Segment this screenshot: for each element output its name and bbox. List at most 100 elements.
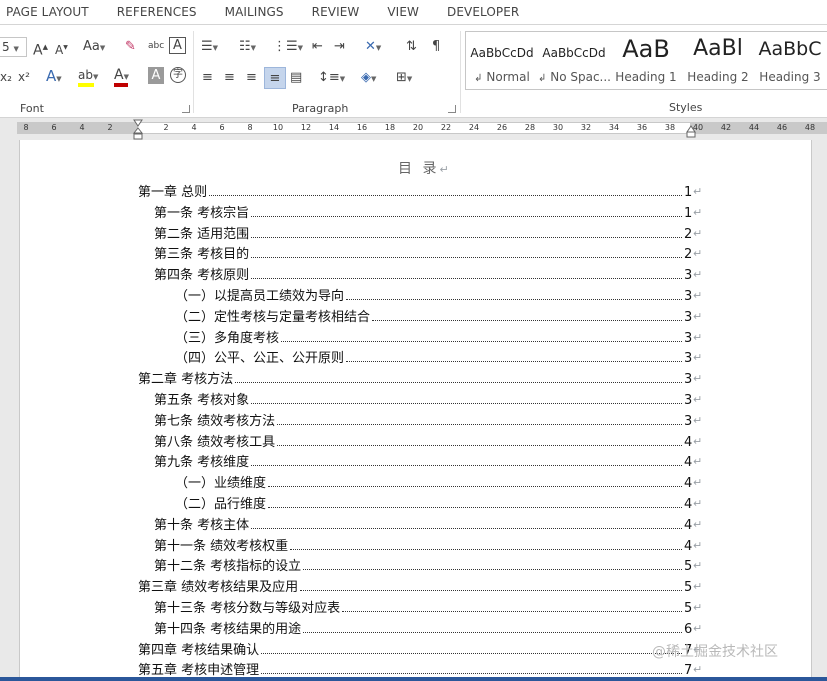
asian-layout-icon[interactable]: ✕▼: [365, 38, 381, 56]
highlight-color-icon[interactable]: ab▼: [78, 66, 98, 87]
toc-entry[interactable]: （四）公平、公正、公开原则 3: [175, 346, 692, 366]
right-indent-marker-icon[interactable]: [686, 124, 696, 138]
shrink-font-icon[interactable]: A▼: [55, 39, 68, 57]
tab-references[interactable]: REFERENCES: [111, 5, 197, 19]
grow-font-icon[interactable]: A▲: [33, 38, 48, 59]
highlight-color-bar: [78, 83, 94, 87]
paragraph-group: ☰▼ ☷▼ ⋮☰▼ ⇤ ⇥ ✕▼ ⇅ ¶ ≡ ≡ ≡ ≡ ▤ ↕≡▼ ◈▼ ⊞▼…: [194, 25, 460, 118]
toc-entry-text: （二）品行维度: [175, 497, 267, 512]
enclose-characters-icon[interactable]: 字: [170, 67, 186, 83]
toc-entry-text: 第十条 考核主体: [154, 517, 250, 533]
toc-entry[interactable]: 第四章 考核结果确认 7: [138, 638, 692, 658]
sort-icon[interactable]: ⇅: [406, 38, 417, 56]
character-shading-icon[interactable]: A: [148, 67, 164, 84]
toc-entry[interactable]: 第五条 考核对象 3: [154, 388, 692, 408]
toc-entry[interactable]: 第十三条 考核分数与等级对应表 5: [154, 596, 692, 616]
toc-leader-dots: [300, 590, 682, 592]
align-left-icon[interactable]: ≡: [202, 69, 213, 87]
toc-leader-dots: [303, 569, 682, 571]
align-center-icon[interactable]: ≡: [224, 69, 235, 87]
decrease-indent-icon[interactable]: ⇤: [312, 38, 323, 56]
style-sample: AaBbC: [758, 38, 822, 60]
ruler-tick: 2: [163, 123, 169, 132]
ruler-tick: 24: [468, 123, 480, 132]
paragraph-mark: ↵: [693, 476, 703, 490]
toc-leader-dots: [209, 195, 682, 196]
show-marks-icon[interactable]: ¶: [432, 38, 440, 56]
text-effects-icon[interactable]: A▼: [46, 67, 62, 85]
toc-entry[interactable]: 第七条 绩效考核方法 3: [154, 409, 692, 429]
tab-page-layout[interactable]: PAGE LAYOUT: [0, 5, 89, 19]
toc-entry[interactable]: 第八条 绩效考核工具 4: [154, 430, 692, 450]
change-case-label: Aa: [83, 39, 100, 54]
style-name: Heading 1: [615, 70, 677, 84]
tab-view[interactable]: VIEW: [381, 5, 419, 19]
superscript-icon[interactable]: x²: [18, 68, 30, 86]
toc-entry[interactable]: 第二章 考核方法 3: [138, 367, 692, 387]
toc-entry[interactable]: 第十条 考核主体 4: [154, 513, 692, 533]
numbering-icon[interactable]: ☷▼: [239, 38, 256, 56]
style-normal[interactable]: AaBbCcDd ↲ Normal: [466, 32, 538, 89]
indent-marker-icon[interactable]: [133, 118, 143, 140]
toc-entry[interactable]: （二）品行维度 4: [175, 492, 692, 512]
horizontal-ruler[interactable]: 8 6 4 2 2 4 6 8 10 12 14 16 18 20 22 24 …: [0, 118, 827, 140]
multilevel-list-icon[interactable]: ⋮☰▼: [273, 38, 303, 56]
toc-entry[interactable]: 第五章 考核申述管理 7: [138, 658, 692, 678]
toc-entry-text: 第一条 考核宗旨: [154, 205, 250, 221]
line-spacing-icon[interactable]: ↕≡▼: [318, 69, 345, 87]
toc-entry-text: 第五条 考核对象: [154, 393, 250, 408]
clear-formatting-icon[interactable]: ✎: [125, 38, 136, 56]
toc-entry[interactable]: （二）定性考核与定量考核相结合 3: [175, 305, 692, 325]
toc-entry[interactable]: 第一条 考核宗旨 1: [154, 201, 692, 221]
chevron-down-icon: ▼: [13, 45, 19, 53]
toc-page-number: 5: [684, 580, 693, 596]
toc-leader-dots: [277, 423, 682, 425]
phonetic-guide-icon[interactable]: abc: [148, 37, 164, 55]
toc-entry[interactable]: 第四条 考核原则 3: [154, 263, 692, 283]
bullets-icon[interactable]: ☰▼: [201, 38, 218, 56]
toc-entry[interactable]: 第十二条 考核指标的设立 5: [154, 554, 692, 574]
font-dialog-launcher[interactable]: [182, 105, 190, 113]
ribbon: 5 ▼ A▲ A▼ Aa▼ ✎ abc A x₂ x² A▼ ab▼ A▼ A …: [0, 24, 827, 118]
paragraph-mark: ↵: [693, 538, 703, 552]
ruler-tick: 38: [664, 123, 676, 132]
toc-page-number: 4: [684, 476, 693, 492]
font-size-box[interactable]: 5 ▼: [0, 37, 27, 57]
toc-entry[interactable]: 第二条 适用范围 2: [154, 222, 692, 242]
style-name: Heading 2: [687, 70, 749, 84]
toc-entry[interactable]: 第九条 考核维度 4: [154, 450, 692, 470]
toc-entry[interactable]: （三）多角度考核 3: [175, 326, 692, 346]
toc-leader-dots: [372, 319, 682, 321]
style-no-spacing[interactable]: AaBbCcDd ↲ No Spac...: [538, 32, 610, 89]
tab-developer[interactable]: DEVELOPER: [441, 5, 519, 19]
tab-review[interactable]: REVIEW: [306, 5, 360, 19]
tab-mailings[interactable]: MAILINGS: [219, 5, 284, 19]
toc-page-number: 3: [684, 372, 693, 388]
distributed-icon[interactable]: ▤: [290, 69, 302, 87]
toc-entry[interactable]: 第十一条 绩效考核权重 4: [154, 534, 692, 554]
paragraph-dialog-launcher[interactable]: [448, 105, 456, 113]
justify-icon[interactable]: ≡: [264, 67, 286, 89]
toc-entry[interactable]: （一）业绩维度 4: [175, 471, 692, 491]
shading-icon[interactable]: ◈▼: [361, 69, 376, 87]
subscript-icon[interactable]: x₂: [0, 68, 12, 86]
toc-entry[interactable]: 第十四条 考核结果的用途 6: [154, 617, 692, 637]
increase-indent-icon[interactable]: ⇥: [334, 38, 345, 56]
style-heading-3[interactable]: AaBbC Heading 3: [754, 32, 826, 89]
style-sample: AaBl: [693, 36, 743, 61]
paragraph-mark: ↵: [693, 580, 703, 594]
toc-entry[interactable]: 第一章 总则 1: [138, 180, 692, 200]
character-border-icon[interactable]: A: [169, 37, 186, 54]
toc-entry-text: （一）以提高员工绩效为导向: [175, 289, 345, 304]
align-right-icon[interactable]: ≡: [246, 69, 257, 87]
paragraph-mark: ↵: [693, 434, 703, 448]
toc-entry[interactable]: 第三章 绩效考核结果及应用 5: [138, 575, 692, 595]
change-case-button[interactable]: Aa▼: [83, 38, 105, 56]
style-heading-1[interactable]: AaB Heading 1: [610, 32, 682, 89]
toc-entry[interactable]: 第三条 考核目的 2: [154, 242, 692, 262]
font-size-value: 5: [2, 40, 10, 54]
toc-entry[interactable]: （一）以提高员工绩效为导向 3: [175, 284, 692, 304]
borders-icon[interactable]: ⊞▼: [396, 69, 412, 87]
style-heading-2[interactable]: AaBl Heading 2: [682, 32, 754, 89]
font-color-icon[interactable]: A▼: [114, 66, 129, 87]
